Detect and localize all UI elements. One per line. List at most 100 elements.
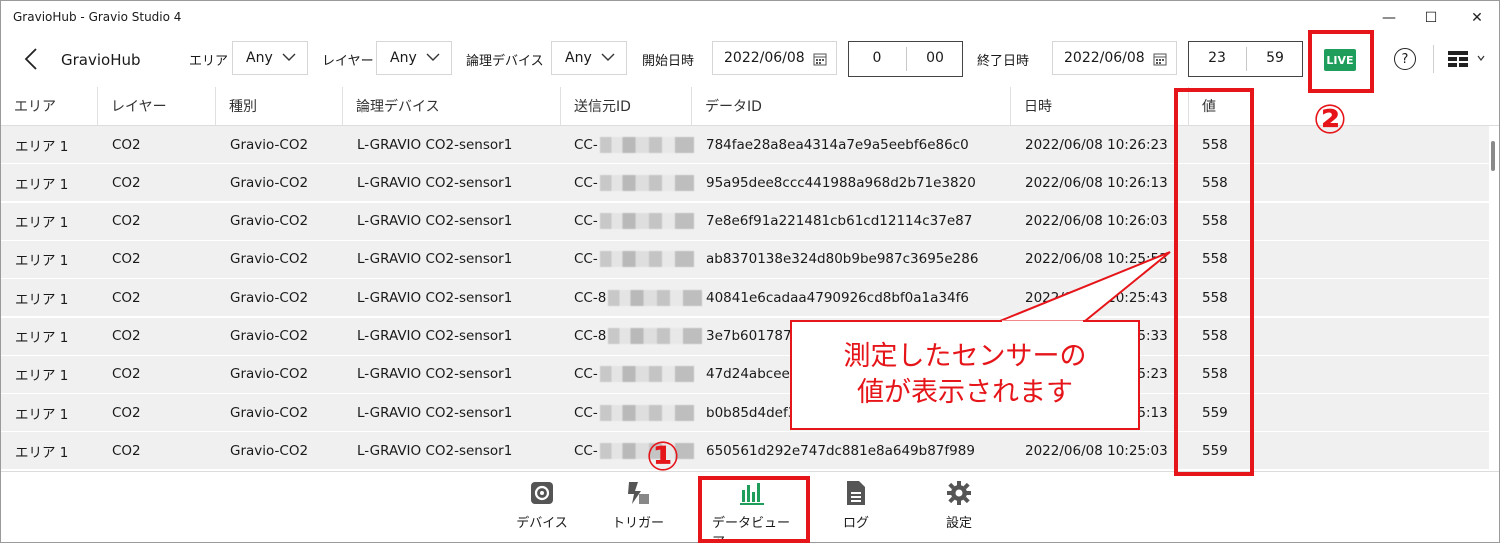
- table-row[interactable]: エリア 1 CO2 Gravio-CO2 L-GRAVIO CO2-sensor1 CC…: [1, 202, 1489, 241]
- cell-area: エリア 1: [15, 432, 68, 469]
- cell-data-id: 784fae28a8ea4314a7e9a5eebf6e86c0: [706, 126, 969, 163]
- cell-layer: CO2: [112, 356, 141, 393]
- area-filter-label: エリア: [189, 54, 229, 69]
- cell-sender-id-text: CC-: [574, 442, 598, 459]
- cell-sender-id-text: CC-: [574, 404, 598, 421]
- annotation-marker-2: ②: [1313, 97, 1347, 143]
- cell-area-text: エリア 1: [15, 291, 69, 308]
- table-row[interactable]: エリア 1 CO2 Gravio-CO2 L-GRAVIO CO2-sensor1 CC…: [1, 240, 1489, 279]
- end-hour-value: 23: [1208, 50, 1226, 66]
- table-row[interactable]: エリア 1 CO2 Gravio-CO2 L-GRAVIO CO2-sensor1 CC…: [1, 164, 1489, 203]
- cell-device: L-GRAVIO CO2-sensor1: [357, 394, 512, 431]
- help-icon[interactable]: ?: [1394, 48, 1416, 70]
- end-datetime-label: 終了日時: [977, 54, 1030, 69]
- cell-layer: CO2: [112, 164, 141, 201]
- cell-sender-id: CC-8: [574, 279, 703, 316]
- annotation-data-viewer-highlight: [698, 476, 810, 543]
- table-row[interactable]: エリア 1 CO2 Gravio-CO2 L-GRAVIO CO2-sensor1 CC…: [1, 126, 1489, 164]
- redacted-sender-id: [599, 366, 694, 383]
- cell-data-id: 95a95dee8ccc441988a968d2b71e3820: [706, 164, 976, 201]
- cell-sender-id-text: CC-: [574, 136, 598, 153]
- annotation-callout: 測定したセンサーの 値が表示されます: [790, 320, 1140, 430]
- cell-device: L-GRAVIO CO2-sensor1: [357, 203, 512, 240]
- nav-item-devices[interactable]: デバイス: [502, 480, 582, 536]
- cell-data-id-text: 40841e6cadaa4790926cd8bf0a1a34f6: [706, 289, 969, 306]
- device-chip-icon: [531, 482, 553, 504]
- cell-datetime: 2022/06/08 10:26:23: [1025, 126, 1168, 163]
- cell-area: エリア 1: [15, 394, 68, 431]
- table-header: エリア レイヤー 種別 論理デバイス 送信元ID データID 日時 値: [1, 87, 1499, 126]
- start-date-picker[interactable]: 2022/06/08: [712, 41, 837, 75]
- cell-data-id: 47d24abcee8: [706, 356, 798, 393]
- area-dropdown[interactable]: Any: [232, 41, 308, 75]
- close-button[interactable]: ✕: [1459, 5, 1495, 31]
- cell-data-id-text: 3e7b601787c: [706, 328, 800, 344]
- end-time-picker[interactable]: 23 59: [1188, 41, 1303, 77]
- redacted-sender-id: [599, 136, 694, 153]
- cell-sender-id: CC-: [574, 394, 694, 431]
- column-header-data-id[interactable]: データID: [692, 87, 1011, 125]
- cell-sender-id-text: CC-: [574, 366, 598, 383]
- cell-datetime-text: 2022/06/08 10:25:43: [1025, 289, 1168, 306]
- cell-data-id-text: 7e8e6f91a221481cb61cd12114c37e87: [706, 213, 973, 230]
- column-header-sender-id[interactable]: 送信元ID: [561, 87, 692, 125]
- cell-data-id: b0b85d4def3: [706, 394, 796, 431]
- cell-data-id: ab8370138e324d80b9be987c3695e286: [706, 241, 978, 278]
- nav-item-triggers[interactable]: トリガー: [598, 480, 678, 536]
- cell-kind-text: Gravio-CO2: [230, 174, 309, 191]
- layer-dropdown[interactable]: Any: [376, 41, 452, 75]
- cell-sender-id: CC-: [574, 241, 694, 278]
- cell-sender-id: CC-: [574, 126, 694, 163]
- cell-layer-text: CO2: [112, 442, 141, 459]
- layout-grid-icon[interactable]: [1447, 50, 1469, 68]
- cell-datetime-text: 2022/06/08 10:26:13: [1025, 174, 1168, 191]
- area-dropdown-value: Any: [246, 50, 273, 66]
- device-dropdown[interactable]: Any: [551, 41, 627, 75]
- back-button[interactable]: [17, 45, 45, 73]
- nav-item-settings[interactable]: 設定: [919, 480, 999, 536]
- redacted-sender-id: [599, 174, 694, 191]
- cell-data-id: 3e7b601787c: [706, 318, 799, 355]
- minimize-button[interactable]: —: [1371, 5, 1407, 31]
- table-row[interactable]: エリア 1 CO2 Gravio-CO2 L-GRAVIO CO2-sensor1 CC…: [1, 432, 1489, 471]
- start-time-picker[interactable]: 0 00: [848, 41, 963, 77]
- nav-item-log[interactable]: ログ: [816, 480, 896, 536]
- cell-device-text: L-GRAVIO CO2-sensor1: [357, 442, 513, 459]
- maximize-button[interactable]: ☐: [1413, 5, 1449, 31]
- cell-data-id-text: 650561d292e747dc881e8a649b87f989: [706, 442, 975, 459]
- cell-device: L-GRAVIO CO2-sensor1: [357, 279, 512, 316]
- vertical-scrollbar[interactable]: [1491, 141, 1495, 171]
- cell-sender-id-text: CC-: [574, 174, 598, 191]
- cell-area: エリア 1: [15, 279, 68, 316]
- cell-kind-text: Gravio-CO2: [230, 213, 309, 230]
- start-hour-value: 0: [872, 50, 882, 66]
- cell-kind: Gravio-CO2: [230, 279, 308, 316]
- title-bar: GravioHub - Gravio Studio 4 — ☐ ✕: [1, 1, 1499, 35]
- table-row[interactable]: エリア 1 CO2 Gravio-CO2 L-GRAVIO CO2-sensor1 CC…: [1, 355, 1489, 394]
- cell-area-text: エリア 1: [15, 176, 69, 193]
- column-header-area[interactable]: エリア: [1, 87, 98, 125]
- cell-area-text: エリア 1: [15, 444, 69, 461]
- column-header-datetime[interactable]: 日時: [1011, 87, 1189, 125]
- cell-device-text: L-GRAVIO CO2-sensor1: [357, 251, 513, 268]
- table-row[interactable]: エリア 1 CO2 Gravio-CO2 L-GRAVIO CO2-sensor1 CC…: [1, 317, 1489, 356]
- column-header-kind[interactable]: 種別: [216, 87, 343, 125]
- chevron-down-icon: [601, 53, 615, 61]
- table-row[interactable]: エリア 1 CO2 Gravio-CO2 L-GRAVIO CO2-sensor1 CC…: [1, 279, 1489, 318]
- end-date-picker[interactable]: 2022/06/08: [1052, 41, 1177, 75]
- data-table-body: エリア 1 CO2 Gravio-CO2 L-GRAVIO CO2-sensor1 CC…: [1, 126, 1499, 471]
- table-row[interactable]: エリア 1 CO2 Gravio-CO2 L-GRAVIO CO2-sensor1 CC…: [1, 394, 1489, 433]
- chevron-down-icon[interactable]: [1477, 55, 1485, 61]
- start-minute-value: 00: [926, 50, 944, 66]
- column-header-device[interactable]: 論理デバイス: [343, 87, 561, 125]
- column-header-layer[interactable]: レイヤー: [98, 87, 216, 125]
- cell-kind: Gravio-CO2: [230, 318, 308, 355]
- calendar-icon: [813, 53, 827, 66]
- cell-layer-text: CO2: [112, 251, 141, 268]
- end-date-value: 2022/06/08: [1064, 50, 1145, 66]
- cell-device-text: L-GRAVIO CO2-sensor1: [357, 366, 513, 383]
- cell-datetime-text: 2022/06/08 10:25:53: [1025, 251, 1168, 268]
- cell-datetime-text: 2022/06/08 10:26:23: [1025, 136, 1168, 153]
- redacted-sender-id: [608, 289, 703, 306]
- callout-text-line1: 測定したセンサーの: [843, 341, 1087, 373]
